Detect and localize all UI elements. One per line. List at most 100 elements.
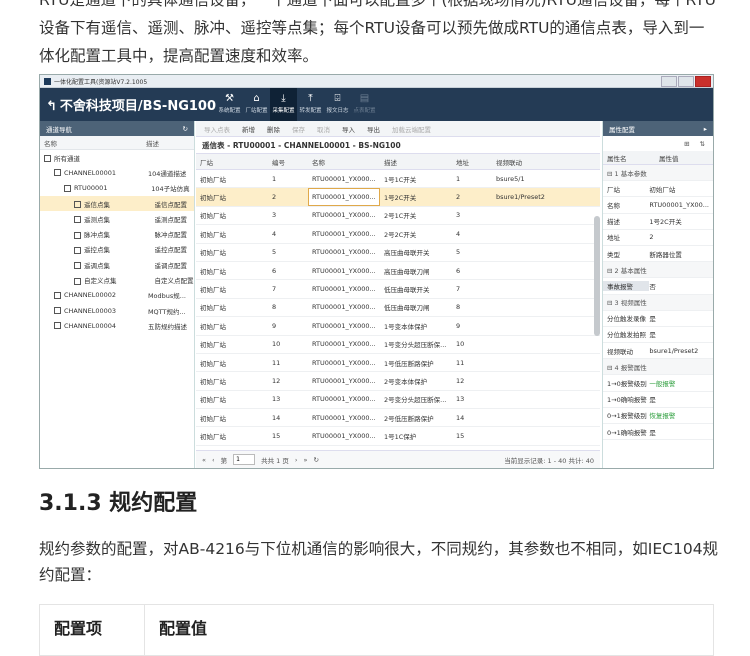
table-cell[interactable]: 1 bbox=[452, 169, 492, 189]
table-cell[interactable] bbox=[492, 206, 600, 226]
table-cell[interactable]: 15 bbox=[452, 426, 492, 446]
table-cell[interactable] bbox=[492, 390, 600, 410]
tree-item[interactable]: CHANNEL00003 MQTT规约... bbox=[40, 303, 194, 318]
table-cell[interactable]: RTU00001_YX000... bbox=[308, 316, 380, 336]
tree-item[interactable]: CHANNEL00004 五防规约描述 bbox=[40, 318, 194, 333]
expand-icon[interactable] bbox=[54, 307, 61, 315]
table-cell[interactable]: 2号2C开关 bbox=[380, 224, 452, 244]
table-cell[interactable]: RTU00001_YX000... bbox=[308, 298, 380, 318]
table-cell[interactable]: RTU00001_YX000... bbox=[308, 279, 380, 299]
table-cell[interactable]: RTU00001_YX000... bbox=[308, 261, 380, 281]
table-row[interactable]: 初始厂站 13 RTU00001_YX000... 2号变分头超压断保... 13 bbox=[196, 390, 600, 410]
table-cell[interactable] bbox=[492, 261, 600, 281]
property-row[interactable]: 厂站 初始厂站 bbox=[603, 181, 713, 198]
category-sort-icon[interactable]: ⊞ bbox=[684, 140, 689, 148]
property-row[interactable]: 1→0报警级别 一般报警 bbox=[603, 375, 713, 392]
table-cell[interactable] bbox=[492, 335, 600, 354]
table-cell[interactable]: 1号变分头超压断保... bbox=[380, 335, 452, 354]
table-cell[interactable]: 12 bbox=[452, 371, 492, 391]
table-cell[interactable]: 2号变分头超压断保... bbox=[380, 390, 452, 410]
table-cell[interactable]: 7 bbox=[452, 279, 492, 299]
table-row[interactable]: 初始厂站 9 RTU00001_YX000... 1号变本体保护 9 bbox=[196, 316, 600, 336]
tree-item[interactable]: 遥控点集 遥控点配置 bbox=[40, 242, 194, 257]
column-header[interactable]: 名称 bbox=[308, 154, 380, 170]
table-cell[interactable]: RTU00001_YX000... bbox=[308, 426, 380, 446]
table-cell[interactable]: 6 bbox=[452, 261, 492, 281]
table-cell[interactable]: 1 bbox=[268, 169, 308, 189]
property-row[interactable]: 1→0确响报警是 bbox=[603, 392, 713, 408]
table-cell[interactable] bbox=[492, 243, 600, 262]
table-cell[interactable]: 1号2C开关 bbox=[380, 187, 452, 207]
maximize-button[interactable] bbox=[678, 76, 694, 87]
expand-icon[interactable] bbox=[54, 169, 61, 177]
table-cell[interactable]: RTU00001_YX000... bbox=[308, 408, 380, 428]
table-cell[interactable]: 高压曲母联刀闸 bbox=[380, 261, 452, 281]
refresh-icon[interactable]: ↻ bbox=[183, 125, 188, 133]
table-cell[interactable]: 14 bbox=[268, 408, 308, 428]
table-cell[interactable]: RTU00001_YX000... bbox=[308, 187, 380, 207]
table-cell[interactable]: RTU00001_YX000... bbox=[308, 353, 380, 373]
table-cell[interactable]: 2 bbox=[452, 187, 492, 207]
property-row[interactable]: 地址 2 bbox=[603, 230, 713, 246]
tree-item[interactable]: CHANNEL00001 104通道描述 bbox=[40, 165, 194, 180]
table-cell[interactable]: 初始厂站 bbox=[196, 279, 268, 299]
column-header[interactable]: 描述 bbox=[380, 154, 452, 170]
table-cell[interactable]: 12 bbox=[268, 371, 308, 391]
table-cell[interactable]: 1号1C保护 bbox=[380, 426, 452, 446]
first-page-icon[interactable]: « bbox=[202, 456, 206, 464]
property-row[interactable]: 分位触发录像是 bbox=[603, 311, 713, 327]
expand-icon[interactable] bbox=[54, 291, 61, 299]
tree-item[interactable]: 脉冲点集 脉冲点配置 bbox=[40, 226, 194, 241]
table-cell[interactable]: 6 bbox=[268, 261, 308, 281]
column-header[interactable]: 厂站 bbox=[196, 154, 268, 170]
table-cell[interactable] bbox=[492, 316, 600, 336]
column-header[interactable]: 视频联动 bbox=[492, 154, 600, 170]
prev-page-icon[interactable]: ‹ bbox=[212, 456, 215, 464]
table-icon[interactable] bbox=[74, 216, 81, 224]
table-icon[interactable] bbox=[74, 246, 81, 254]
table-cell[interactable]: 2 bbox=[268, 187, 308, 207]
tool-button[interactable]: 新增 bbox=[242, 124, 255, 134]
table-cell[interactable]: 1号1C开关 bbox=[380, 169, 452, 189]
table-row[interactable]: 初始厂站 4 RTU00001_YX000... 2号2C开关 4 bbox=[196, 224, 600, 244]
property-section[interactable]: ⊟ 2 基本属性 bbox=[603, 262, 713, 279]
toolbar-wrench-button[interactable]: ⚒ 系统配置 bbox=[216, 88, 243, 121]
table-cell[interactable]: 低压曲母联刀闸 bbox=[380, 298, 452, 318]
expand-icon[interactable] bbox=[44, 155, 51, 163]
table-cell[interactable]: 8 bbox=[452, 298, 492, 318]
table-cell[interactable]: 5 bbox=[452, 243, 492, 262]
property-row[interactable]: 类型 断路器位置 bbox=[603, 246, 713, 263]
last-page-icon[interactable]: » bbox=[303, 456, 307, 464]
tree-item[interactable]: 自定义点集 自定义点配置 bbox=[40, 272, 194, 287]
table-cell[interactable]: 1号变本体保护 bbox=[380, 316, 452, 336]
table-cell[interactable]: 初始厂站 bbox=[196, 408, 268, 428]
table-row[interactable]: 初始厂站 3 RTU00001_YX000... 2号1C开关 3 bbox=[196, 206, 600, 226]
table-row[interactable]: 初始厂站 15 RTU00001_YX000... 1号1C保护 15 bbox=[196, 426, 600, 446]
table-cell[interactable]: 9 bbox=[452, 316, 492, 336]
column-header[interactable]: 编号 bbox=[268, 154, 308, 170]
table-scrollbar[interactable] bbox=[594, 216, 600, 336]
tree-item[interactable]: RTU00001 104子站仿真 bbox=[40, 181, 194, 196]
table-cell[interactable]: 11 bbox=[268, 353, 308, 373]
collapse-arrow-icon[interactable]: ▸ bbox=[704, 125, 707, 133]
next-page-icon[interactable]: › bbox=[295, 456, 298, 464]
property-row[interactable]: 描述 1号2C开关 bbox=[603, 214, 713, 230]
table-cell[interactable] bbox=[492, 279, 600, 299]
table-cell[interactable]: 13 bbox=[452, 390, 492, 410]
tree-item[interactable]: 遥信点集 遥信点配置 bbox=[40, 195, 194, 212]
table-cell[interactable]: 高压曲母联开关 bbox=[380, 243, 452, 262]
tool-button[interactable]: 导入 bbox=[342, 124, 355, 134]
table-cell[interactable]: 4 bbox=[268, 224, 308, 244]
table-cell[interactable]: 10 bbox=[452, 335, 492, 354]
tree-item[interactable]: CHANNEL00002 Modbus规... bbox=[40, 288, 194, 303]
tool-button[interactable]: 导入点表 bbox=[204, 124, 230, 134]
table-row[interactable]: 初始厂站 10 RTU00001_YX000... 1号变分头超压断保... 10 bbox=[196, 335, 600, 354]
table-cell[interactable]: 初始厂站 bbox=[196, 298, 268, 318]
table-cell[interactable]: 14 bbox=[452, 408, 492, 428]
table-cell[interactable]: 10 bbox=[268, 335, 308, 354]
property-row[interactable]: 0→1确响报警是 bbox=[603, 424, 713, 441]
table-icon[interactable] bbox=[74, 201, 81, 209]
table-row[interactable]: 初始厂站 8 RTU00001_YX000... 低压曲母联刀闸 8 bbox=[196, 298, 600, 318]
table-cell[interactable]: 初始厂站 bbox=[196, 353, 268, 373]
table-cell[interactable]: 初始厂站 bbox=[196, 390, 268, 410]
